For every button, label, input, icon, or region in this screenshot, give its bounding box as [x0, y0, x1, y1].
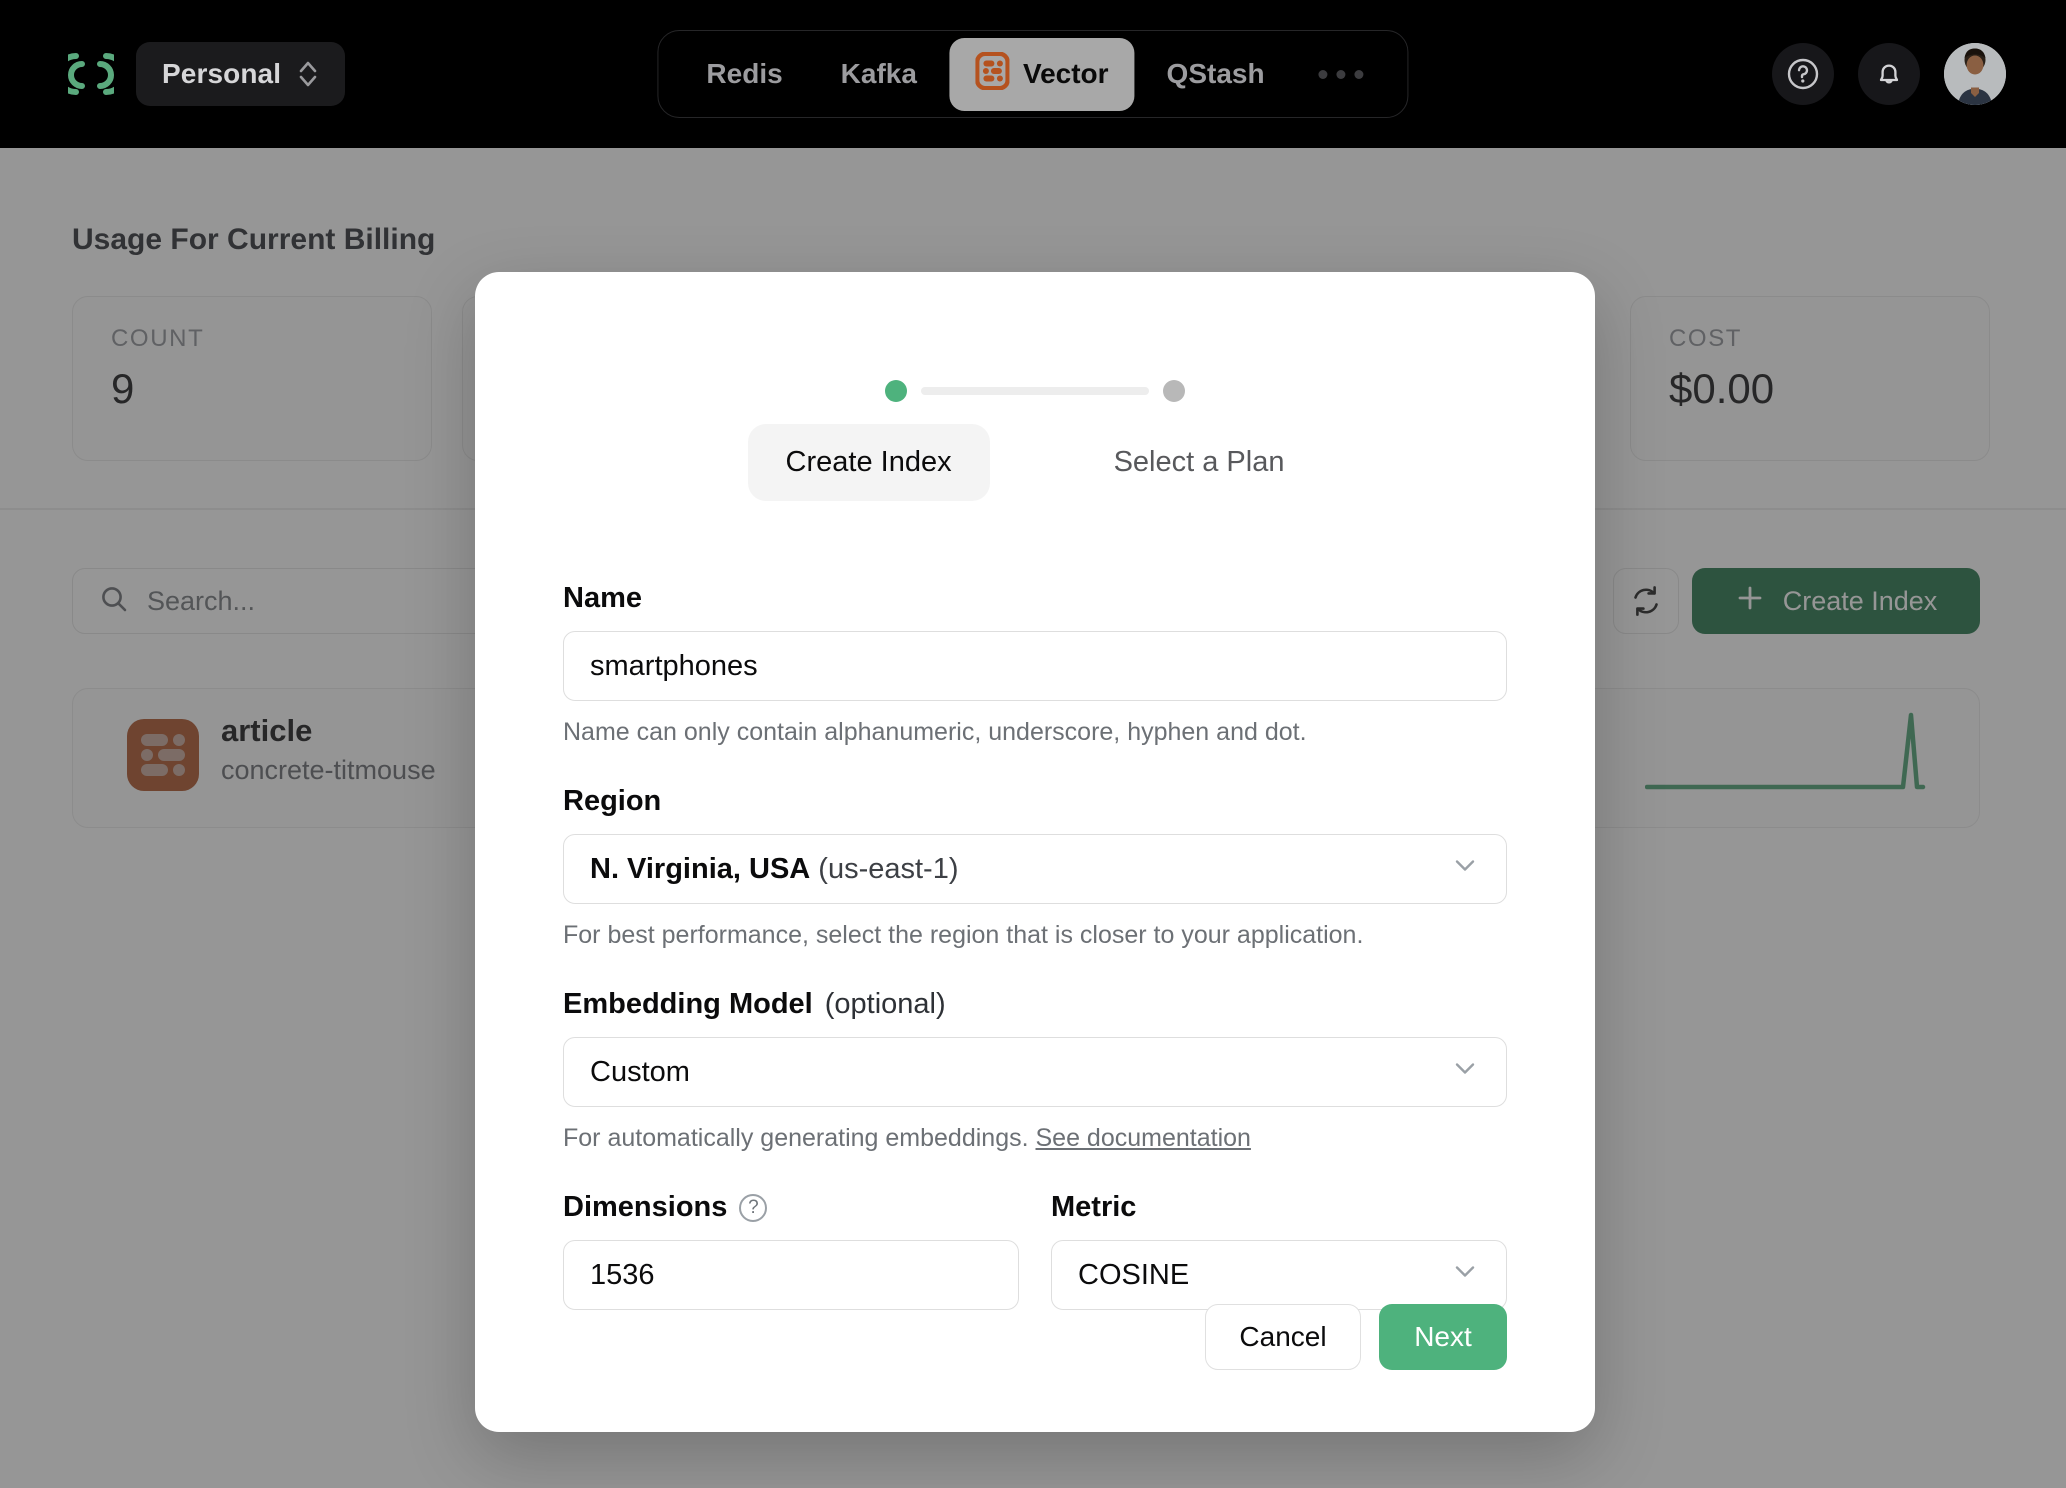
user-avatar[interactable] [1944, 43, 2006, 105]
dimensions-input-value: 1536 [590, 1258, 655, 1291]
step-connector [921, 387, 1149, 395]
embedding-model-select[interactable]: Custom [563, 1037, 1507, 1107]
tab-kafka[interactable]: Kafka [815, 44, 943, 104]
embedding-label-optional: (optional) [824, 988, 946, 1020]
embedding-field-hint: For automatically generating embeddings.… [563, 1124, 1507, 1153]
dialog-step-labels: Create Index Select a Plan [475, 424, 1595, 501]
ellipsis-icon[interactable] [1297, 56, 1386, 93]
name-input[interactable]: smartphones [563, 631, 1507, 701]
chevron-down-icon [1450, 1256, 1480, 1294]
region-select-code: (us-east-1) [818, 852, 959, 885]
create-index-dialog: Create Index Select a Plan Name smartpho… [475, 272, 1595, 1432]
help-circle-icon[interactable] [1772, 43, 1834, 105]
metric-field-label: Metric [1051, 1191, 1507, 1224]
region-field-label: Region [563, 785, 1507, 818]
dimensions-input[interactable]: 1536 [563, 1240, 1019, 1310]
org-switcher[interactable]: Personal [136, 42, 346, 106]
help-circle-icon[interactable]: ? [739, 1193, 768, 1222]
step-dot-create-index [885, 380, 907, 402]
dialog-stepper [475, 380, 1595, 402]
name-field-label: Name [563, 582, 1507, 615]
tab-vector-label: Vector [1022, 58, 1109, 89]
tab-qstash[interactable]: QStash [1141, 44, 1291, 104]
embedding-label-text: Embedding Model [563, 988, 813, 1020]
org-switcher-label: Personal [162, 58, 282, 89]
tab-vector[interactable]: Vector [948, 37, 1135, 111]
product-tabs: Redis Kafka Vector QStash [657, 30, 1409, 118]
metric-select-value: COSINE [1078, 1258, 1190, 1291]
tab-redis[interactable]: Redis [680, 44, 808, 104]
dimensions-label-text: Dimensions [563, 1191, 728, 1223]
tab-qstash-label: QStash [1166, 58, 1265, 89]
region-select-value: N. Virginia, USA [590, 852, 811, 885]
region-label-text: Region [563, 785, 662, 817]
step-label-create-index[interactable]: Create Index [747, 424, 990, 501]
tab-redis-label: Redis [706, 58, 783, 89]
chevron-updown-icon [297, 58, 319, 90]
chevron-down-icon [1450, 1053, 1480, 1091]
vector-index-icon [974, 51, 1010, 97]
name-field-hint: Name can only contain alphanumeric, unde… [563, 718, 1307, 746]
create-index-form: Name smartphones Name can only contain a… [563, 582, 1507, 1310]
nav-left-group: Personal [68, 42, 346, 106]
cancel-button[interactable]: Cancel [1205, 1304, 1361, 1370]
name-input-value: smartphones [590, 649, 758, 682]
dimensions-field-label: Dimensions ? [563, 1191, 1019, 1224]
nav-right-group [1772, 0, 2006, 148]
embedding-hint-text: For automatically generating embeddings. [563, 1124, 1029, 1152]
dimensions-field: Dimensions ? 1536 [563, 1191, 1019, 1310]
step-label-select-plan[interactable]: Select a Plan [1076, 424, 1323, 501]
upstash-logo-icon[interactable] [68, 48, 114, 100]
app-root: Personal Redis Kafka Vector QStash Creat… [0, 0, 2066, 1488]
tab-kafka-label: Kafka [840, 58, 917, 89]
region-field-hint: For best performance, select the region … [563, 921, 1364, 949]
bell-icon[interactable] [1858, 43, 1920, 105]
dimensions-metric-row: Dimensions ? 1536 Metric COSINE [563, 1191, 1507, 1310]
metric-select[interactable]: COSINE [1051, 1240, 1507, 1310]
embedding-field-label: Embedding Model (optional) [563, 988, 1507, 1021]
top-navigation-bar: Personal Redis Kafka Vector QStash [0, 0, 2066, 148]
see-documentation-link[interactable]: See documentation [1036, 1124, 1251, 1152]
dialog-footer: Cancel Next [1205, 1304, 1507, 1370]
metric-field: Metric COSINE [1051, 1191, 1507, 1310]
embedding-model-value: Custom [590, 1055, 690, 1088]
name-label-text: Name [563, 582, 642, 614]
next-button[interactable]: Next [1379, 1304, 1507, 1370]
region-select[interactable]: N. Virginia, USA (us-east-1) [563, 834, 1507, 904]
step-dot-select-plan [1163, 380, 1185, 402]
chevron-down-icon [1450, 850, 1480, 888]
metric-label-text: Metric [1051, 1191, 1137, 1223]
